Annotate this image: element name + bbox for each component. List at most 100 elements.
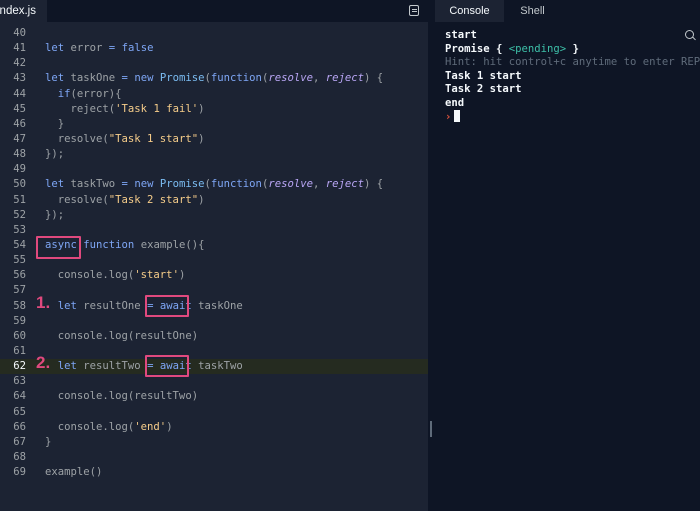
line-number: 59 [13,314,26,327]
line-source: console.log(resultTwo) [45,389,198,404]
code-line[interactable]: 47 resolve("Task 1 start") [0,132,428,147]
code-token: let [45,178,65,191]
line-number: 68 [13,450,26,463]
resize-handle[interactable] [430,421,432,437]
code-line[interactable]: 62 let resultTwo = await taskTwo [0,359,428,375]
code-token: ) [166,420,173,433]
line-source: console.log('start') [45,268,186,283]
line-source: let taskTwo = new Promise(function(resol… [45,177,383,192]
line-source: let resultTwo = await taskTwo [45,359,243,374]
code-line[interactable]: 64 console.log(resultTwo) [0,389,428,404]
line-source: example() [45,465,102,480]
text-cursor [454,110,461,122]
code-line[interactable]: 69 example() [0,465,428,480]
code-token: "Task 1 start" [108,132,199,145]
code-token: "Task 2 start" [108,193,199,206]
code-token: new [134,72,154,85]
code-line[interactable]: 51 resolve("Task 2 start") [0,193,428,208]
code-line[interactable]: 56 console.log('start') [0,268,428,283]
code-line[interactable]: 67} [0,435,428,450]
code-line[interactable]: 63 [0,374,428,389]
line-source: } [45,435,51,450]
code-token: ) [198,193,205,206]
code-token: reject [325,72,365,85]
code-line[interactable]: 44 if(error){ [0,87,428,102]
code-line[interactable]: 66 console.log('end') [0,420,428,435]
code-line[interactable]: 59 [0,314,428,329]
repl-hint: Hint: hit control+c anytime to enter REP… [445,56,700,68]
code-token: (error){ [70,87,122,100]
code-line[interactable]: 43 let taskOne = new Promise(function(res… [0,71,428,86]
tab-console[interactable]: Console [435,0,504,22]
async-highlight-box [36,236,81,259]
line-number: 43 [13,72,26,85]
console-output[interactable]: start Promise { <pending> } Hint: hit co… [445,29,700,124]
code-line[interactable]: 42 [0,56,428,71]
code-token: taskOne [191,299,243,312]
code-token: 'end' [134,420,167,433]
code-token: false [121,42,154,55]
annotation-number-2: 2. [36,353,51,372]
line-source: console.log(resultOne) [45,329,198,344]
code-token: ) [198,132,205,145]
code-token: ) [178,269,186,282]
code-line[interactable]: 58 let resultOne = await taskOne [0,299,428,314]
line-number: 69 [13,466,26,479]
code-token: example() [45,466,103,479]
code-token: function [210,178,262,191]
code-token: console.log(resultTwo) [45,390,199,403]
code-token: resolve( [45,193,109,206]
file-tab-index-js[interactable]: index.js [0,0,47,22]
line-number: 53 [13,223,26,236]
code-token: function [83,238,135,251]
console-pane[interactable]: Console Shell start Promise { <pending> … [435,0,700,511]
console-tab-bar: Console Shell [435,0,700,22]
code-token: if [57,87,71,100]
tab-shell[interactable]: Shell [504,0,561,22]
code-line[interactable]: 49 [0,162,428,177]
code-line[interactable]: 68 [0,450,428,465]
code-line[interactable]: 65 [0,405,428,420]
code-token: 'Task 1 fail' [115,102,199,115]
code-token: resolve [268,178,313,191]
code-line[interactable]: 50 let taskTwo = new Promise(function(res… [0,177,428,192]
code-token: taskTwo [191,360,243,373]
code-line[interactable]: 52}); [0,208,428,223]
code-editor[interactable]: index.js 40 41 let error = false 42 43 let ta… [0,0,428,511]
output-line: end [445,96,465,109]
line-source: if(error){ [45,87,122,102]
console-prompt-line[interactable]: › [445,110,700,124]
code-token: console.log( [45,420,135,433]
line-number: 63 [13,375,26,388]
code-token: resultOne [76,299,148,312]
code-line[interactable]: 60 console.log(resultOne) [0,329,428,344]
line-number: 42 [13,57,26,70]
code-token: let [45,42,65,55]
code-line[interactable]: 57 [0,283,428,298]
code-token: reject( [45,102,116,115]
line-source: resolve("Task 2 start") [45,193,205,208]
code-line[interactable]: 48}); [0,147,428,162]
promise-prefix: Promise { [445,42,509,55]
code-line[interactable]: 41 let error = false [0,41,428,56]
format-icon[interactable] [409,5,419,16]
code-line[interactable]: 46 } [0,117,428,132]
line-number: 49 [13,163,26,176]
line-number: 56 [13,269,26,282]
line-number: 67 [13,435,26,448]
line-number: 65 [13,405,26,418]
code-token: taskTwo [64,178,122,191]
code-token: taskOne [64,72,122,85]
code-line[interactable]: 61 [0,344,428,359]
prompt-chevron-icon: › [445,111,452,123]
code-token: }); [45,148,65,161]
line-number: 57 [13,284,26,297]
code-line[interactable]: 45 reject('Task 1 fail') [0,102,428,117]
annotation-number-1: 1. [36,293,51,312]
code-token: ) { [364,178,384,191]
code-line[interactable]: 40 [0,26,428,41]
line-number: 46 [13,117,26,130]
pending-value: <pending> [508,42,567,55]
code-token: resultTwo [76,360,148,373]
